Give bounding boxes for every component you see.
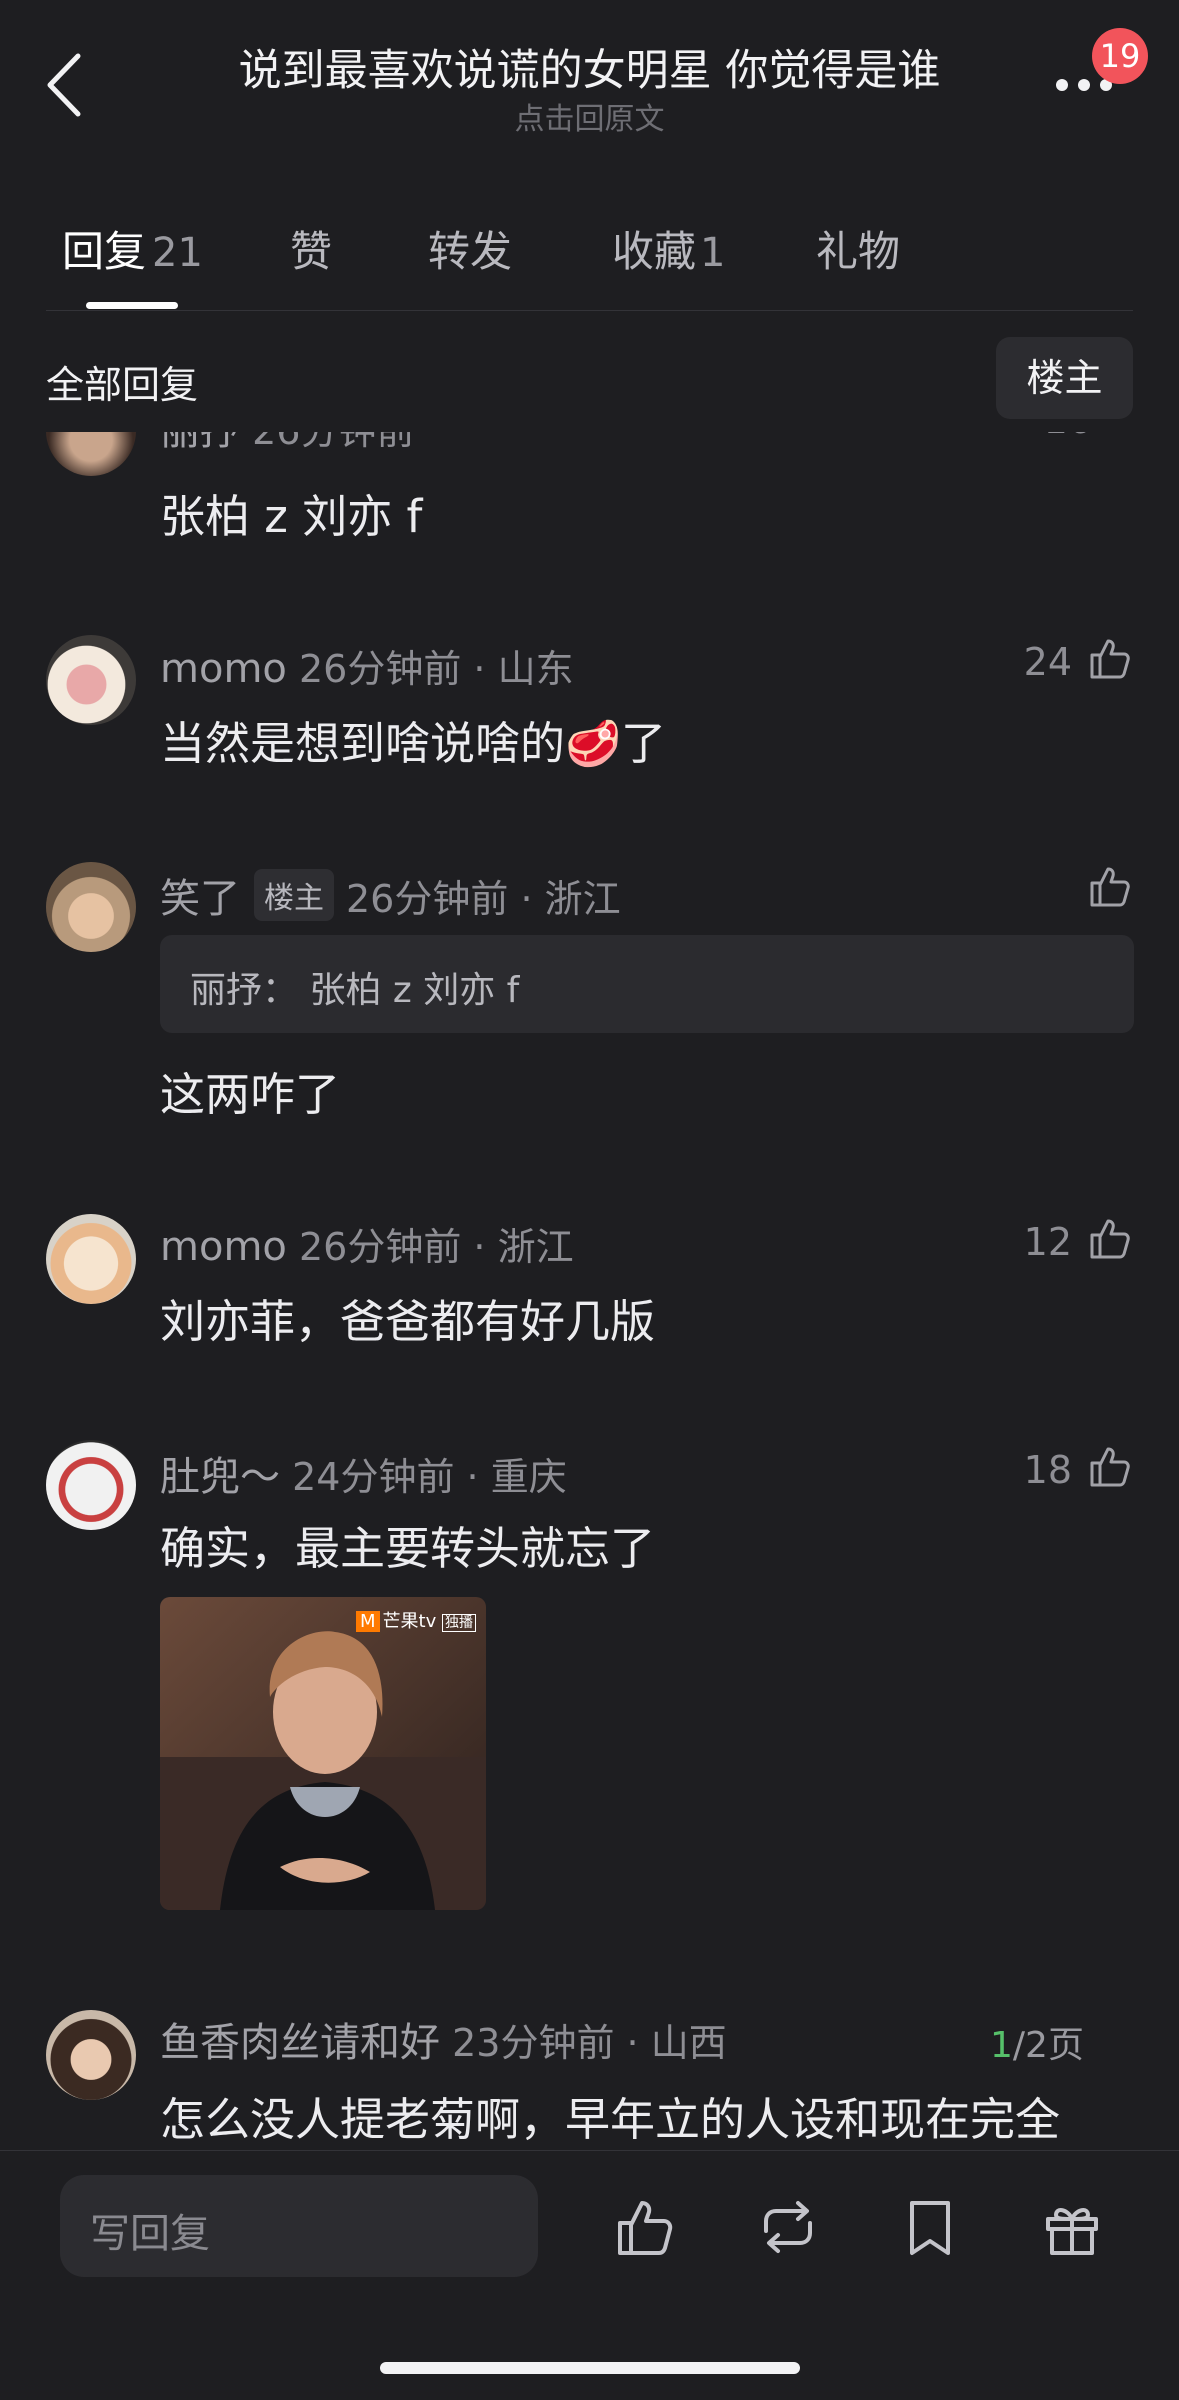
comment-text: 当然是想到啥说啥的🥩了	[160, 707, 666, 772]
comment-location: 重庆	[490, 1455, 567, 1499]
current-page: 1	[990, 2025, 1013, 2066]
comment-text: 张柏 z 刘亦 f	[160, 490, 423, 543]
like-count: 12	[1023, 1220, 1072, 1264]
comment-location: 浙江	[497, 1225, 574, 1269]
tab-reposts[interactable]: 转发	[428, 218, 512, 279]
active-tab-indicator	[86, 302, 178, 309]
comment-meta: momo 26分钟前 · 山东	[160, 646, 574, 692]
bottom-bar-divider	[0, 2150, 1179, 2151]
page-indicator[interactable]: 1/2页	[990, 2016, 1084, 2068]
comment-time: 23分钟前	[452, 2021, 615, 2065]
tab-likes[interactable]: 赞	[290, 218, 332, 279]
comment-meta: 鱼香肉丝请和好 23分钟前 · 山西	[160, 2020, 727, 2066]
reply-placeholder: 写回复	[90, 2211, 210, 2257]
comment-location: 浙江	[544, 877, 621, 921]
avatar[interactable]	[46, 1440, 136, 1530]
like-count: 16	[980, 432, 1092, 442]
comment-author[interactable]: 鱼香肉丝请和好	[160, 2020, 440, 2066]
comment-author[interactable]: 丽抒	[160, 432, 240, 454]
comment-author[interactable]: momo	[160, 646, 287, 692]
tabs-divider	[46, 310, 1133, 311]
comment-meta: momo 26分钟前 · 浙江	[160, 1224, 574, 1270]
steak-emoji: 🥩	[565, 717, 622, 770]
quoted-reply[interactable]: 丽抒： 张柏 z 刘亦 f	[160, 935, 1134, 1033]
tab-gifts-label: 礼物	[816, 227, 901, 276]
tab-replies-count: 21	[152, 230, 203, 276]
all-replies-label: 全部回复	[46, 363, 199, 407]
tab-favorites-label: 收藏	[612, 227, 697, 276]
avatar[interactable]	[46, 432, 136, 476]
comment-text-tail: 了	[621, 717, 667, 770]
post-title: 说到最喜欢说谎的女明星 你觉得是谁	[238, 46, 941, 96]
page-total: /2页	[1012, 2025, 1084, 2066]
mango-logo-icon: M	[356, 1611, 380, 1632]
comment-text-main: 当然是想到啥说啥的	[160, 717, 566, 770]
watermark-badge: 独播	[441, 1614, 476, 1632]
tab-likes-label: 赞	[290, 227, 333, 276]
home-indicator[interactable]	[380, 2362, 800, 2374]
view-original-link[interactable]: 点击回原文	[0, 94, 1179, 138]
comment-time: 26分钟前	[298, 1225, 462, 1269]
reply-input[interactable]: 写回复	[60, 2175, 538, 2277]
comment-time: 26分钟前	[298, 647, 462, 691]
avatar[interactable]	[46, 1214, 136, 1304]
video-watermark: M 芒果tv 独播	[356, 1607, 476, 1633]
scroll-clip: 丽抒 26分钟前 16 张柏 z 刘亦 f	[0, 432, 1179, 552]
comment-text: 刘亦菲，爸爸都有好几版	[160, 1295, 656, 1348]
comment-image[interactable]: M 芒果tv 独播	[160, 1597, 486, 1910]
comment-meta: 肚兜～ 24分钟前 · 重庆	[160, 1454, 567, 1500]
comment-location: 山东	[497, 647, 574, 691]
like-icon[interactable]	[614, 2195, 678, 2259]
avatar[interactable]	[46, 635, 136, 725]
comment-text: 这两咋了	[160, 1068, 341, 1121]
comment-time: 26分钟前	[346, 877, 509, 921]
tab-gifts[interactable]: 礼物	[816, 218, 900, 279]
op-badge: 楼主	[254, 869, 334, 921]
tab-replies-label: 回复	[62, 227, 147, 276]
repost-icon[interactable]	[756, 2195, 820, 2259]
comment-author[interactable]: 笑了	[160, 876, 240, 922]
avatar[interactable]	[46, 2010, 136, 2100]
comment-author[interactable]: momo	[160, 1224, 287, 1270]
tab-favorites-count: 1	[700, 230, 726, 276]
avatar[interactable]	[46, 862, 136, 952]
comment-author[interactable]: 肚兜～	[160, 1454, 280, 1500]
tab-replies[interactable]: 回复 21	[62, 218, 203, 279]
thumbs-up-icon[interactable]	[1086, 862, 1134, 910]
comment-text: 确实，最主要转头就忘了	[160, 1522, 656, 1575]
comment-meta: 笑了 楼主 26分钟前 · 浙江	[160, 866, 621, 924]
tab-favorites[interactable]: 收藏 1	[612, 218, 725, 279]
thumbs-up-icon[interactable]	[1086, 1214, 1134, 1262]
comment-text: 怎么没人提老菊啊，早年立的人设和现在完全	[160, 2093, 1061, 2146]
gift-icon[interactable]	[1040, 2195, 1104, 2259]
like-count: 24	[1023, 640, 1072, 684]
video-still-photo	[160, 1597, 486, 1910]
watermark-text: 芒果tv	[382, 1611, 437, 1632]
notification-badge: 19	[1092, 28, 1148, 84]
comment-location: 山西	[650, 2021, 727, 2065]
tab-reposts-label: 转发	[428, 227, 513, 276]
comment-meta: 丽抒 26分钟前	[160, 432, 414, 456]
quoted-reply-text: 丽抒： 张柏 z 刘亦 f	[190, 970, 520, 1011]
thumbs-up-icon[interactable]	[1086, 634, 1134, 682]
thumbs-up-icon[interactable]	[1086, 1442, 1134, 1490]
like-count: 18	[1023, 1448, 1072, 1492]
bookmark-icon[interactable]	[898, 2195, 962, 2259]
comment-time: 24分钟前	[292, 1455, 455, 1499]
op-only-button[interactable]: 楼主	[996, 337, 1133, 419]
comment-time: 26分钟前	[252, 432, 414, 453]
